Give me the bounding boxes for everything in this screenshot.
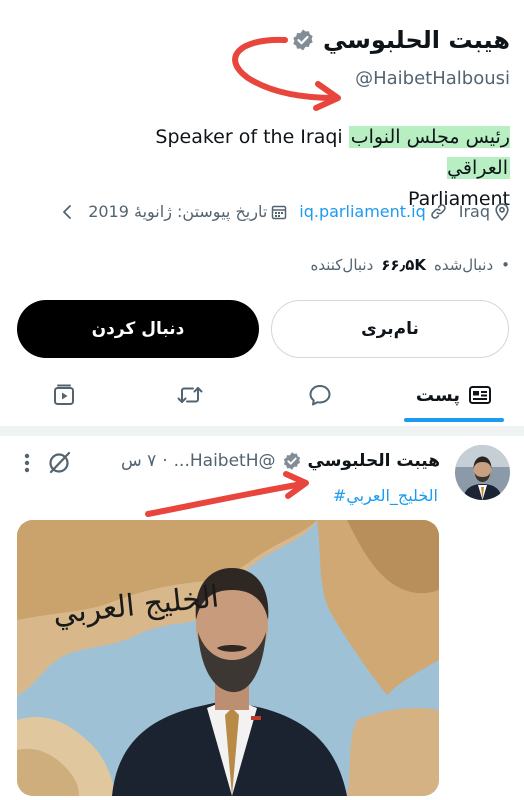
profile-joined: تاریخ پیوستن: ژانویهٔ 2019 [88, 202, 287, 221]
tab-reposts[interactable] [160, 368, 220, 422]
tab-media[interactable] [34, 368, 94, 422]
annotation-arrow-hashtag [145, 481, 305, 517]
tab-posts-label: پست [415, 384, 461, 406]
tweet-timestamp[interactable]: ۷ س [121, 451, 156, 471]
more-icon[interactable] [20, 451, 34, 475]
tweet-author-name[interactable]: هيبت الحلبوسي [308, 451, 441, 471]
followers-count[interactable]: ۶۶٫۵K [381, 256, 426, 274]
tweet-author-handle[interactable]: @HaibetH... [174, 451, 276, 471]
annotation-arrowhead-hashtag [283, 471, 309, 499]
tweet-actions [20, 450, 72, 476]
posts-tab-icon [469, 386, 492, 404]
tweet-time-separator: · [162, 451, 168, 471]
profile-display-name: هيبت الحلبوسي [322, 26, 510, 54]
followers-label[interactable]: دنبال‌کننده [311, 256, 374, 274]
joined-text: تاریخ پیوستن: ژانویهٔ 2019 [88, 202, 268, 221]
chevron-left-icon[interactable] [62, 204, 72, 219]
annotation-arrowhead-handle [313, 81, 341, 111]
following-label[interactable]: دنبال‌شده [434, 256, 493, 274]
tweet-hashtag[interactable]: #الخليج_العربي [333, 486, 438, 505]
profile-tabs: پست [0, 368, 524, 422]
map-portrait-image: الخليج العربي [17, 520, 439, 796]
grok-icon[interactable] [46, 450, 72, 476]
bio-text-english: Speaker of the Iraqi [155, 126, 349, 148]
location-icon [495, 202, 509, 221]
profile-meta-row: Iraq iq.parliament.iq تاریخ پیوستن: ژانو… [16, 202, 510, 221]
tab-replies[interactable] [290, 368, 350, 422]
bullet-separator: • [501, 256, 510, 274]
follow-button[interactable]: دنبال کردن [17, 300, 259, 358]
link-icon [430, 204, 446, 219]
bio-text-highlighted: رئيس مجلس النواب العراقي [348, 126, 510, 179]
video-icon [54, 384, 74, 405]
tweet-avatar[interactable] [455, 445, 510, 500]
tweet-header: هيبت الحلبوسي @HaibetH... · ۷ س [121, 451, 440, 471]
active-tab-underline [404, 418, 504, 422]
profile-stats-row: • دنبال‌شده ۶۶٫۵K دنبال‌کننده [311, 256, 511, 274]
verified-badge-icon [293, 29, 313, 51]
profile-handle: @HaibetHalbousi [355, 68, 510, 89]
profile-website[interactable]: iq.parliament.iq [299, 202, 446, 221]
notify-button[interactable]: نام‌بری [271, 300, 509, 358]
profile-name-row: هيبت الحلبوسي [291, 26, 510, 54]
verified-badge-icon [283, 452, 300, 470]
chat-icon [309, 385, 331, 406]
tweet-media-image[interactable]: الخليج العربي [17, 520, 439, 796]
retweet-icon [177, 387, 203, 403]
calendar-icon [272, 205, 287, 219]
location-text: Iraq [458, 202, 490, 221]
tab-posts[interactable]: پست [404, 368, 504, 422]
avatar-portrait [455, 445, 510, 500]
website-link[interactable]: iq.parliament.iq [299, 202, 425, 221]
profile-location: Iraq [459, 202, 510, 221]
section-divider [0, 426, 524, 436]
